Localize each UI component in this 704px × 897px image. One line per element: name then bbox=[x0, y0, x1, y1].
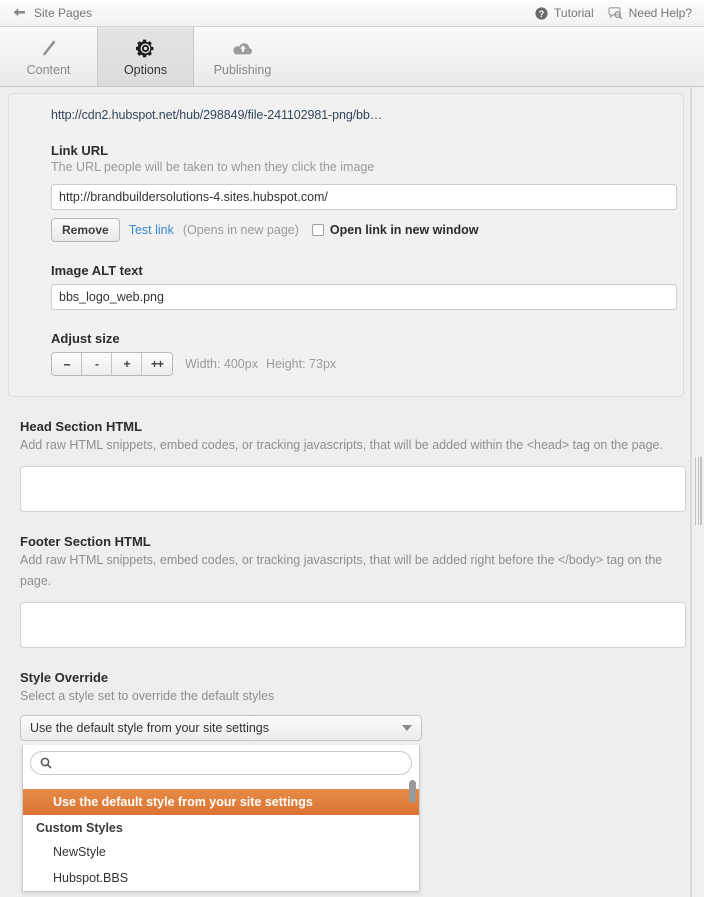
tab-content-label: Content bbox=[26, 63, 71, 77]
head-section-textarea[interactable] bbox=[20, 466, 686, 512]
link-actions-row: Remove Test link (Opens in new page) Ope… bbox=[31, 218, 661, 242]
back-to-site-pages-link[interactable]: Site Pages bbox=[13, 6, 92, 20]
dropdown-search-row bbox=[23, 745, 419, 780]
link-url-label: Link URL bbox=[51, 143, 109, 158]
editor-tab-bar: Content Options Publishing bbox=[0, 27, 704, 87]
chevron-down-icon bbox=[402, 725, 412, 731]
image-alt-text-label: Image ALT text bbox=[51, 263, 143, 278]
tab-options-label: Options bbox=[123, 63, 168, 77]
search-icon bbox=[40, 757, 52, 769]
need-help-button[interactable]: Need Help? bbox=[608, 6, 692, 20]
style-override-selected-value: Use the default style from your site set… bbox=[30, 721, 269, 735]
style-override-select[interactable]: Use the default style from your site set… bbox=[20, 715, 422, 741]
gear-icon bbox=[136, 36, 155, 58]
page-scrollbar-thumb[interactable] bbox=[695, 457, 702, 525]
style-override-dropdown: Use the default style from your site set… bbox=[22, 745, 420, 892]
tab-publishing[interactable]: Publishing bbox=[194, 27, 291, 86]
footer-section-title: Footer Section HTML bbox=[20, 534, 151, 549]
remove-link-button[interactable]: Remove bbox=[51, 218, 120, 242]
speech-bubble-search-icon bbox=[608, 6, 622, 19]
adjust-size-button-group: -- - + ++ bbox=[51, 352, 173, 376]
dropdown-option-default-style[interactable]: Use the default style from your site set… bbox=[23, 789, 419, 815]
style-override-select-wrapper: Use the default style from your site set… bbox=[20, 715, 422, 892]
need-help-label: Need Help? bbox=[628, 6, 692, 20]
size-decrease-button[interactable]: - bbox=[82, 353, 112, 375]
link-url-input[interactable] bbox=[51, 184, 677, 210]
cloud-upload-icon bbox=[232, 36, 254, 58]
checkbox-box-icon bbox=[311, 224, 324, 236]
tab-publishing-label: Publishing bbox=[213, 63, 272, 77]
link-url-help: The URL people will be taken to when the… bbox=[51, 160, 375, 174]
footer-section-html-field: Footer Section HTML Add raw HTML snippet… bbox=[14, 534, 686, 648]
header-actions: ? Tutorial Need Help? bbox=[535, 6, 692, 20]
test-link-note: (Opens in new page) bbox=[182, 223, 299, 237]
image-alt-text-input[interactable] bbox=[51, 284, 677, 310]
tutorial-label: Tutorial bbox=[554, 6, 594, 20]
dropdown-scrollbar-thumb[interactable] bbox=[409, 780, 416, 803]
open-link-new-window-checkbox[interactable]: Open link in new window bbox=[311, 223, 479, 237]
image-options-panel: http://cdn2.hubspot.net/hub/298849/file-… bbox=[8, 93, 684, 397]
head-section-html-field: Head Section HTML Add raw HTML snippets,… bbox=[14, 419, 686, 512]
image-file-url: http://cdn2.hubspot.net/hub/298849/file-… bbox=[51, 108, 383, 122]
svg-text:?: ? bbox=[539, 9, 545, 19]
head-section-title: Head Section HTML bbox=[20, 419, 143, 434]
adjust-size-label: Adjust size bbox=[51, 331, 120, 346]
question-circle-icon: ? bbox=[535, 6, 548, 20]
dropdown-list-top-spacer bbox=[23, 780, 419, 789]
dropdown-option-list[interactable]: Use the default style from your site set… bbox=[23, 780, 419, 891]
test-link-link[interactable]: Test link bbox=[129, 223, 174, 237]
dropdown-option-hubspot-bbs[interactable]: Hubspot.BBS bbox=[23, 865, 419, 891]
adjust-size-row: -- - + ++ Width: 400px Height: 73px bbox=[31, 352, 661, 376]
dropdown-group-custom-styles: Custom Styles bbox=[36, 821, 123, 835]
back-link-label: Site Pages bbox=[34, 6, 93, 20]
style-override-field: Style Override Select a style set to ove… bbox=[14, 670, 676, 892]
pencil-icon bbox=[40, 36, 57, 58]
footer-section-description: Add raw HTML snippets, embed codes, or t… bbox=[20, 553, 663, 588]
options-form-scroll-area[interactable]: http://cdn2.hubspot.net/hub/298849/file-… bbox=[0, 87, 704, 897]
size-increase-button[interactable]: + bbox=[112, 353, 142, 375]
image-width-value: Width: 400px bbox=[185, 357, 258, 371]
footer-section-textarea[interactable] bbox=[20, 602, 686, 648]
head-section-description: Add raw HTML snippets, embed codes, or t… bbox=[20, 438, 663, 452]
tab-options[interactable]: Options bbox=[97, 27, 194, 86]
dropdown-search-input[interactable] bbox=[58, 755, 402, 771]
size-increase-large-button[interactable]: ++ bbox=[142, 353, 172, 375]
style-override-description: Select a style set to override the defau… bbox=[20, 689, 275, 703]
size-decrease-large-button[interactable]: -- bbox=[52, 353, 82, 375]
dropdown-option-newstyle[interactable]: NewStyle bbox=[23, 839, 419, 865]
image-height-value: Height: 73px bbox=[265, 357, 337, 371]
tab-content[interactable]: Content bbox=[0, 27, 97, 86]
page-scrollbar[interactable] bbox=[691, 87, 704, 897]
options-form: http://cdn2.hubspot.net/hub/298849/file-… bbox=[0, 93, 690, 892]
top-header-bar: Site Pages ? Tutorial Need Help? bbox=[0, 0, 704, 27]
dropdown-search-box[interactable] bbox=[30, 751, 412, 775]
open-link-new-window-label: Open link in new window bbox=[329, 223, 479, 237]
style-override-title: Style Override bbox=[20, 670, 109, 685]
back-arrow-icon bbox=[13, 8, 25, 17]
tutorial-button[interactable]: ? Tutorial bbox=[535, 6, 594, 20]
